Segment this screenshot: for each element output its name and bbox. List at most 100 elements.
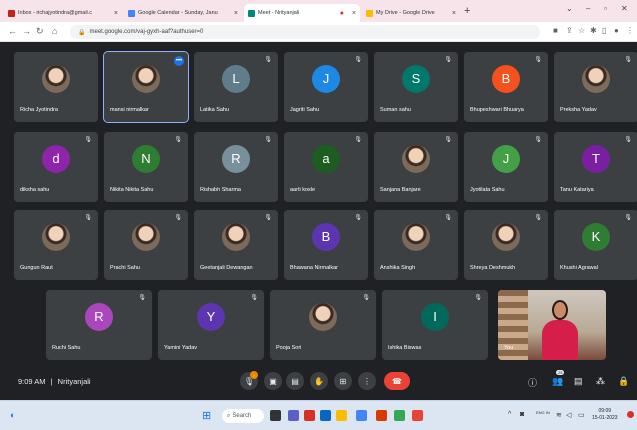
participant-tile[interactable]: mansi nirmalkar ••• (103, 51, 189, 123)
activities-icon[interactable]: ⁂ (596, 376, 605, 387)
participant-tile[interactable]: T Tanu Katariya 🎙 (554, 132, 637, 202)
close-icon[interactable]: × (452, 10, 456, 17)
muted-mic-icon: 🎙 (354, 137, 362, 143)
network-icon[interactable]: ◙ (520, 411, 524, 418)
notification-icon[interactable] (627, 411, 634, 418)
self-view-tile[interactable]: You (498, 290, 606, 360)
close-icon[interactable]: × (114, 10, 118, 17)
tab-search-icon[interactable]: ⌄ (566, 4, 573, 13)
search-label: Search (232, 413, 252, 419)
host-controls-icon[interactable]: 🔒 (618, 376, 629, 387)
chevron-up-icon[interactable]: ^ (508, 411, 511, 418)
wifi-icon[interactable]: ≋ (556, 411, 562, 419)
task-view-icon[interactable] (270, 410, 281, 421)
participant-tile[interactable]: d diksha sahu 🎙 (14, 132, 98, 202)
meeting-controls-bar: 9:09 AM | Nrityanjali 🎙 ! ▣ ▤ ✋ ⊞ ⋮ ☎ ⓘ … (0, 364, 637, 400)
clock-time: 09:09 (598, 408, 612, 414)
weather-icon[interactable]: ◐ (10, 410, 15, 420)
participant-tile[interactable]: R Ruchi Sahu 🎙 (46, 290, 152, 360)
self-video (540, 300, 580, 360)
home-icon[interactable]: ⌂ (52, 26, 57, 36)
volume-icon[interactable]: ◁ (566, 411, 571, 419)
minimize-icon[interactable]: – (586, 4, 590, 13)
leave-call-button[interactable]: ☎ (384, 372, 410, 390)
dropbox-icon[interactable] (320, 410, 331, 421)
tab-drive[interactable]: My Drive - Google Drive × (362, 4, 460, 22)
participant-tile[interactable]: Pooja Sori 🎙 (270, 290, 376, 360)
extensions-icon[interactable]: ✱ (590, 26, 597, 35)
sidepanel-icon[interactable]: ▯ (602, 26, 606, 35)
participant-tile[interactable]: Shreya Deshmukh 🎙 (464, 210, 548, 280)
participant-avatar: T (582, 144, 610, 173)
participant-tile[interactable]: Geetanjali Dewangan 🎙 (194, 210, 278, 280)
mic-warning-badge: ! (250, 371, 258, 379)
participant-tile[interactable]: a aarti kosle 🎙 (284, 132, 368, 202)
participant-tile[interactable]: K Khushi Agrawal 🎙 (554, 210, 637, 280)
camera-button[interactable]: ▣ (264, 372, 282, 390)
menu-icon[interactable]: ⋮ (626, 26, 634, 35)
windows-taskbar: ◐ ⊞ ⌕ Search ^ ◙ ENG IN ≋ ◁ ▭ 09:09 15-0… (0, 400, 637, 430)
teams-icon[interactable] (288, 410, 299, 421)
forward-icon[interactable]: → (22, 26, 31, 36)
participant-tile[interactable]: Anshika Singh 🎙 (374, 210, 458, 280)
participant-name: Khushi Agrawal (560, 265, 598, 271)
participant-name: Rishabh Sharma (200, 187, 241, 193)
more-options-icon[interactable]: ••• (174, 56, 184, 66)
back-icon[interactable]: ← (8, 26, 17, 36)
close-icon[interactable]: × (352, 10, 356, 17)
people-icon[interactable]: 👥 (552, 376, 563, 387)
participant-name: Bhawana Nirmalkar (290, 265, 338, 271)
chat-icon[interactable]: ▤ (574, 376, 583, 387)
tab-meet[interactable]: Meet - Nrityanjali ● × (244, 4, 360, 22)
participant-tile[interactable]: N Nikita Nikita Sahu 🎙 (104, 132, 188, 202)
start-icon[interactable]: ⊞ (202, 409, 211, 422)
chrome-icon[interactable] (356, 410, 367, 421)
participant-tile[interactable]: R Rishabh Sharma 🎙 (194, 132, 278, 202)
language-indicator[interactable]: ENG IN (536, 410, 550, 415)
participant-tile[interactable]: Richa Jyotindra (14, 52, 98, 122)
participant-tile[interactable]: Y Yamini Yadav 🎙 (158, 290, 264, 360)
participant-tile[interactable]: J Jyotilata Sahu 🎙 (464, 132, 548, 202)
participant-tile[interactable]: Gungun Raut 🎙 (14, 210, 98, 280)
app-icon[interactable] (304, 410, 315, 421)
participant-tile[interactable]: J Jagriti Sahu 🎙 (284, 52, 368, 122)
participant-tile[interactable]: B Bhawana Nirmalkar 🎙 (284, 210, 368, 280)
tab-gmail[interactable]: Inbox - richajyotindra@gmail.c × (4, 4, 122, 22)
participant-photo (582, 64, 610, 93)
participant-tile[interactable]: Prachi Sahu 🎙 (104, 210, 188, 280)
url-text: meet.google.com/vaj-gyxh-aaf?authuser=0 (89, 29, 204, 35)
participant-tile[interactable]: L Latika Sahu 🎙 (194, 52, 278, 122)
raise-hand-button[interactable]: ✋ (310, 372, 328, 390)
close-icon[interactable]: × (234, 10, 238, 17)
more-options-button[interactable]: ⋮ (358, 372, 376, 390)
new-tab-button[interactable]: + (464, 5, 470, 17)
bookmark-icon[interactable]: ☆ (578, 26, 585, 35)
tab-calendar[interactable]: Google Calendar - Sunday, Janu × (124, 4, 242, 22)
participant-tile[interactable]: Sanjana Banjare 🎙 (374, 132, 458, 202)
present-button[interactable]: ⊞ (334, 372, 352, 390)
participant-name: Preksha Yadav (560, 107, 597, 113)
office-icon[interactable] (376, 410, 387, 421)
reload-icon[interactable]: ↻ (36, 26, 44, 37)
taskbar-search[interactable]: ⌕ Search (222, 409, 264, 423)
file-explorer-icon[interactable] (336, 410, 347, 421)
app-icon[interactable] (412, 410, 423, 421)
participant-photo (402, 144, 430, 173)
camera-permission-icon[interactable]: ■ (553, 26, 558, 35)
participant-tile[interactable]: S Suman sahu 🎙 (374, 52, 458, 122)
participant-tile[interactable]: I Ishika Biswas 🎙 (382, 290, 488, 360)
address-bar[interactable]: 🔒 meet.google.com/vaj-gyxh-aaf?authuser=… (70, 25, 540, 39)
info-icon[interactable]: ⓘ (528, 376, 537, 389)
close-window-icon[interactable]: ✕ (621, 4, 628, 13)
maximize-icon[interactable]: ▫ (604, 4, 607, 13)
profile-avatar-icon[interactable]: ● (614, 26, 619, 35)
battery-icon[interactable]: ▭ (578, 411, 585, 419)
tray-clock[interactable]: 09:09 15-01-2023 (592, 408, 618, 422)
share-icon[interactable]: ⇪ (566, 26, 573, 35)
participant-tile[interactable]: B Bhupeshwari Bhuarya 🎙 (464, 52, 548, 122)
browser-icon[interactable] (394, 410, 405, 421)
participant-name: Bhupeshwari Bhuarya (470, 107, 524, 113)
participant-tile[interactable]: Preksha Yadav 🎙 (554, 52, 637, 122)
recording-dot-icon: ● (339, 9, 344, 17)
captions-button[interactable]: ▤ (286, 372, 304, 390)
